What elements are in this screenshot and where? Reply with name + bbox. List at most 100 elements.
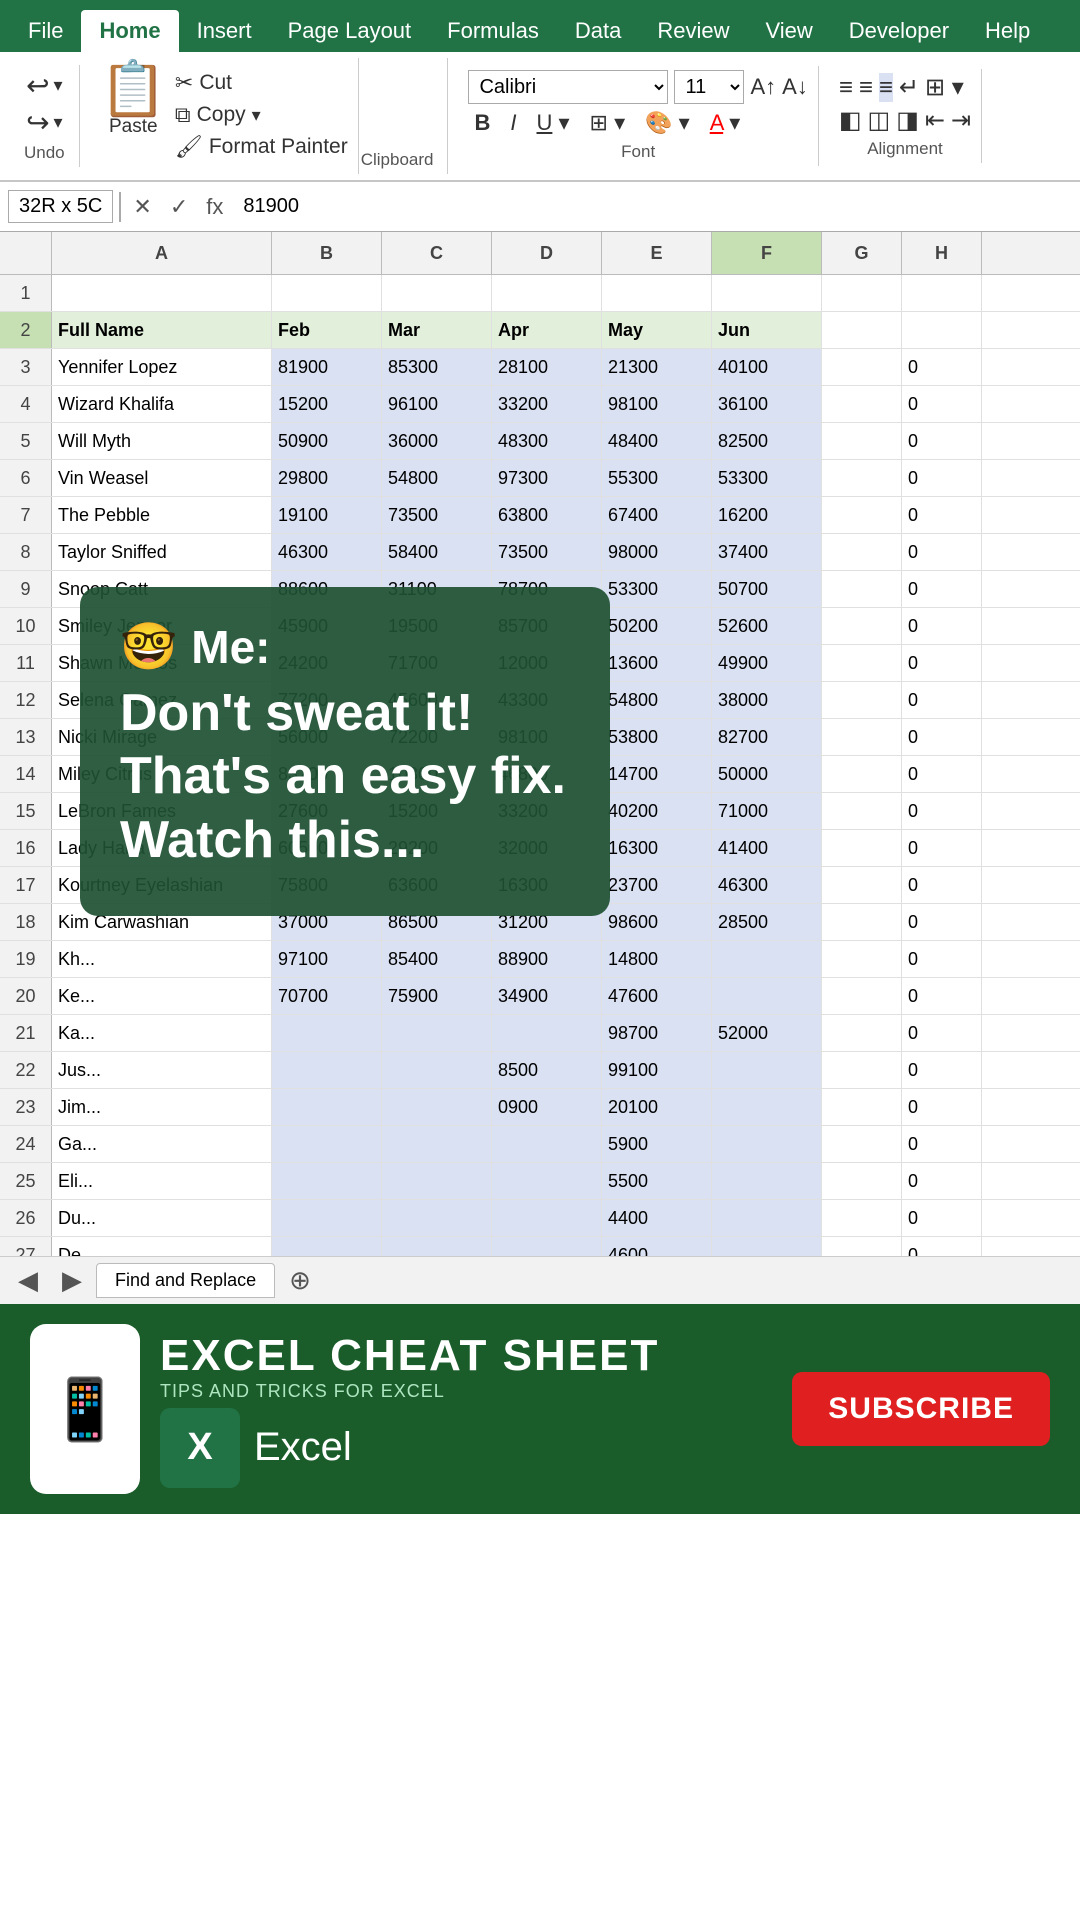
cell-h15[interactable]: 0 [902,793,982,829]
undo-button[interactable]: ↩ ▾ [26,69,63,102]
cell-f5[interactable]: 82500 [712,423,822,459]
cell-d20[interactable]: 34900 [492,978,602,1014]
cell-c22[interactable] [382,1052,492,1088]
tab-help[interactable]: Help [967,10,1048,52]
cell-b25[interactable] [272,1163,382,1199]
cell-f18[interactable]: 28500 [712,904,822,940]
cell-g23[interactable] [822,1089,902,1125]
col-header-h[interactable]: H [902,232,982,274]
cell-e24[interactable]: 5900 [602,1126,712,1162]
cell-f26[interactable] [712,1200,822,1236]
cell-b23[interactable] [272,1089,382,1125]
cell-e22[interactable]: 99100 [602,1052,712,1088]
cell-h6[interactable]: 0 [902,460,982,496]
italic-button[interactable]: I [504,108,522,138]
cell-f15[interactable]: 71000 [712,793,822,829]
cell-d22[interactable]: 8500 [492,1052,602,1088]
font-size-select[interactable]: 11 [674,70,744,104]
cell-d2[interactable]: Apr [492,312,602,348]
cell-a21[interactable]: Ka... [52,1015,272,1051]
indent-inc-button[interactable]: ⇥ [951,106,971,135]
cell-a7[interactable]: The Pebble [52,497,272,533]
cell-b1[interactable] [272,275,382,311]
cell-h27[interactable]: 0 [902,1237,982,1256]
fill-color-button[interactable]: 🎨 ▾ [639,108,696,138]
cell-f11[interactable]: 49900 [712,645,822,681]
cell-h3[interactable]: 0 [902,349,982,385]
cell-h12[interactable]: 0 [902,682,982,718]
cell-g6[interactable] [822,460,902,496]
decrease-font-button[interactable]: A↓ [782,74,808,100]
table-row[interactable]: 22 Jus... 8500 99100 0 [0,1052,1080,1089]
cell-c26[interactable] [382,1200,492,1236]
redo-button[interactable]: ↪ ▾ [26,106,63,139]
increase-font-button[interactable]: A↑ [750,74,776,100]
cell-e10[interactable]: 50200 [602,608,712,644]
cell-e3[interactable]: 21300 [602,349,712,385]
col-header-e[interactable]: E [602,232,712,274]
cell-h26[interactable]: 0 [902,1200,982,1236]
cell-e6[interactable]: 55300 [602,460,712,496]
cell-h25[interactable]: 0 [902,1163,982,1199]
col-header-c[interactable]: C [382,232,492,274]
tab-developer[interactable]: Developer [831,10,967,52]
cell-b20[interactable]: 70700 [272,978,382,1014]
cell-c23[interactable] [382,1089,492,1125]
cell-h24[interactable]: 0 [902,1126,982,1162]
table-row[interactable]: 3 Yennifer Lopez 81900 85300 28100 21300… [0,349,1080,386]
cell-e20[interactable]: 47600 [602,978,712,1014]
tab-file[interactable]: File [10,10,81,52]
cell-d24[interactable] [492,1126,602,1162]
cell-b22[interactable] [272,1052,382,1088]
cell-h11[interactable]: 0 [902,645,982,681]
cell-e8[interactable]: 98000 [602,534,712,570]
cell-c2[interactable]: Mar [382,312,492,348]
table-row[interactable]: 27 De... 4600 0 [0,1237,1080,1256]
cell-g15[interactable] [822,793,902,829]
cell-h23[interactable]: 0 [902,1089,982,1125]
formula-input[interactable] [235,191,1072,222]
cell-e7[interactable]: 67400 [602,497,712,533]
cell-g16[interactable] [822,830,902,866]
cell-f8[interactable]: 37400 [712,534,822,570]
col-header-g[interactable]: G [822,232,902,274]
cell-a8[interactable]: Taylor Sniffed [52,534,272,570]
cell-b4[interactable]: 15200 [272,386,382,422]
cell-e15[interactable]: 40200 [602,793,712,829]
cell-f7[interactable]: 16200 [712,497,822,533]
cell-e18[interactable]: 98600 [602,904,712,940]
cell-g27[interactable] [822,1237,902,1256]
cell-h17[interactable]: 0 [902,867,982,903]
align-top-center-button[interactable]: ≡ [859,73,873,102]
cell-e14[interactable]: 14700 [602,756,712,792]
cell-g10[interactable] [822,608,902,644]
table-row[interactable]: 26 Du... 4400 0 [0,1200,1080,1237]
indent-dec-button[interactable]: ⇤ [925,106,945,135]
cell-e27[interactable]: 4600 [602,1237,712,1256]
cell-f16[interactable]: 41400 [712,830,822,866]
cell-a4[interactable]: Wizard Khalifa [52,386,272,422]
cell-b26[interactable] [272,1200,382,1236]
table-row[interactable]: 6 Vin Weasel 29800 54800 97300 55300 533… [0,460,1080,497]
add-sheet-button[interactable]: ⊕ [279,1265,321,1296]
align-top-left-button[interactable]: ≡ [839,73,853,102]
cell-c5[interactable]: 36000 [382,423,492,459]
cell-g5[interactable] [822,423,902,459]
cell-h8[interactable]: 0 [902,534,982,570]
cell-e12[interactable]: 54800 [602,682,712,718]
cell-g2[interactable] [822,312,902,348]
cell-g12[interactable] [822,682,902,718]
tab-home[interactable]: Home [81,10,178,52]
tab-review[interactable]: Review [639,10,747,52]
cell-h13[interactable]: 0 [902,719,982,755]
cell-d8[interactable]: 73500 [492,534,602,570]
border-button[interactable]: ⊞ ▾ [584,108,632,138]
cell-f14[interactable]: 50000 [712,756,822,792]
cell-b3[interactable]: 81900 [272,349,382,385]
cell-e4[interactable]: 98100 [602,386,712,422]
col-header-b[interactable]: B [272,232,382,274]
cell-e9[interactable]: 53300 [602,571,712,607]
cell-d5[interactable]: 48300 [492,423,602,459]
align-top-right-button[interactable]: ≡ [879,73,893,102]
cell-c8[interactable]: 58400 [382,534,492,570]
